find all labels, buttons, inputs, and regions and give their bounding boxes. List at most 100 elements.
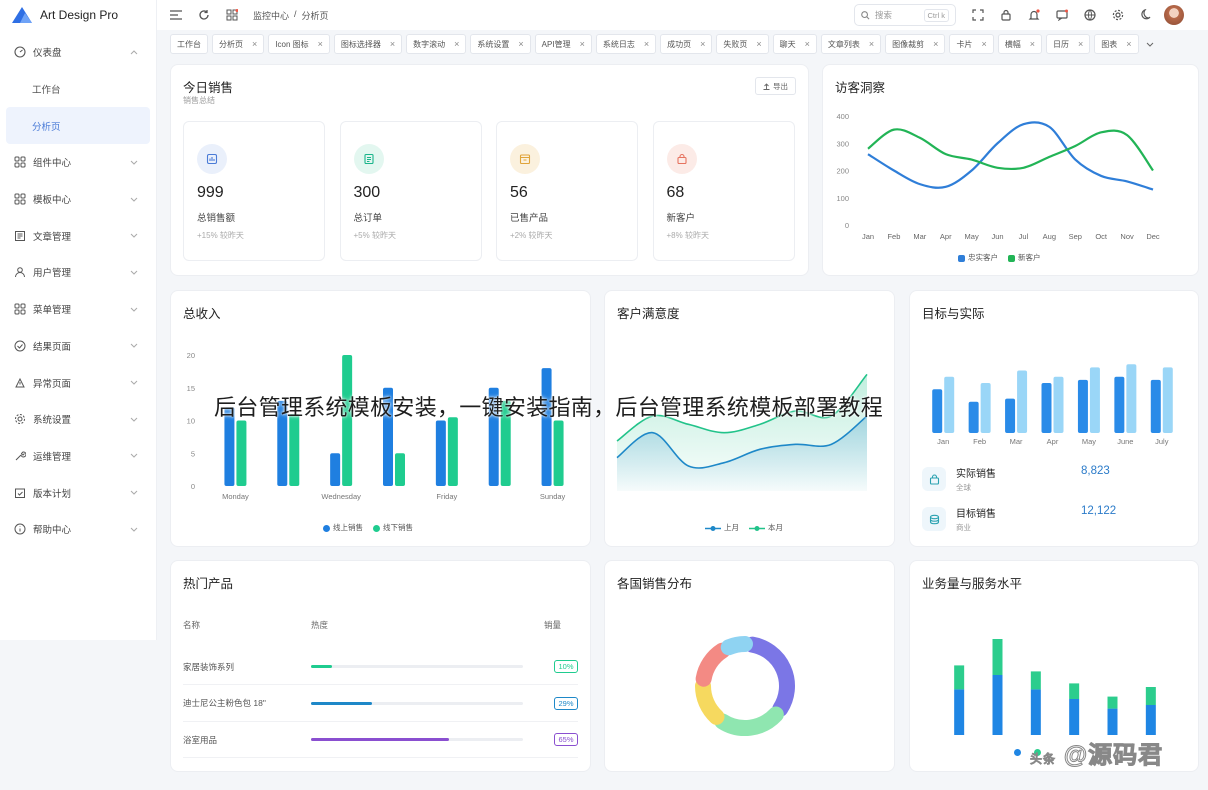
export-button[interactable]: 导出 <box>755 77 796 95</box>
search-input[interactable]: 搜索 Ctrl k <box>854 4 956 26</box>
overlay-caption: 后台管理系统模板安装，一键安装指南，后台管理系统模板部署教程 <box>214 395 884 420</box>
close-icon[interactable]: × <box>1126 39 1131 49</box>
sidebar-item[interactable]: 版本计划 <box>0 474 156 511</box>
tab-label: 文章列表 <box>827 39 860 49</box>
tab[interactable]: 横幅 × <box>997 34 1042 54</box>
tab-label: 分析页 <box>219 39 243 49</box>
sidebar-item[interactable]: 运维管理 <box>0 438 156 475</box>
tab[interactable]: 成功页 × <box>660 34 713 54</box>
sidebar-item[interactable]: 用户管理 <box>0 254 156 291</box>
tab[interactable]: 图像裁剪 × <box>885 34 946 54</box>
legend-item[interactable]: 线上销售 <box>323 522 363 533</box>
close-icon[interactable]: × <box>869 39 874 49</box>
tab[interactable]: 失败页 × <box>716 34 769 54</box>
tab-label: 卡片 <box>956 39 973 49</box>
close-icon[interactable]: × <box>700 39 705 49</box>
grid-icon <box>14 193 26 205</box>
stat-value: 68 <box>666 184 685 201</box>
refresh-icon[interactable] <box>197 8 211 22</box>
avatar[interactable] <box>1164 5 1184 25</box>
bar <box>1069 683 1080 699</box>
close-icon[interactable]: × <box>580 39 585 49</box>
sidebar-item[interactable]: 帮助中心 <box>0 511 156 548</box>
y-tick-label: 10 <box>187 417 195 426</box>
legend-item[interactable]: 忠实客户 <box>958 252 998 263</box>
check-circle-icon <box>14 340 26 352</box>
bar <box>1126 364 1137 433</box>
sidebar-menu: 仪表盘 工作台 分析页 组件中心 模板中心 文章管理 用户管理 菜单管理 结果页面异常页面系统设… <box>0 34 156 548</box>
tab[interactable]: 图表 × <box>1094 34 1139 54</box>
gear-icon[interactable] <box>1110 7 1126 23</box>
sidebar-item-label: 异常页面 <box>33 378 72 390</box>
legend-item[interactable]: 线下销售 <box>373 522 413 533</box>
legend-item[interactable] <box>1014 747 1024 756</box>
tab[interactable]: 日历 × <box>1045 34 1091 54</box>
actual-sales-item: 实际销售 全球 8,823 <box>922 461 1186 497</box>
close-icon[interactable]: × <box>318 39 323 49</box>
legend-item[interactable]: 上月 <box>705 522 739 533</box>
language-icon[interactable] <box>1082 7 1098 23</box>
close-icon[interactable]: × <box>252 39 257 49</box>
close-icon[interactable]: × <box>644 39 649 49</box>
close-icon[interactable]: × <box>933 39 938 49</box>
table-row[interactable]: 迪士尼公主粉色包 18" 29% <box>183 686 578 722</box>
tab[interactable]: 工作台 <box>170 34 208 54</box>
chevron-down-icon <box>130 158 138 167</box>
tab[interactable]: 数字滚动 × <box>406 34 467 54</box>
bell-icon[interactable] <box>1026 7 1042 23</box>
target-bar-chart: Jan Feb Mar Apr May June July <box>932 364 1173 446</box>
popularity-bar <box>311 665 523 668</box>
tab[interactable]: Icon 图标 × <box>268 34 330 54</box>
menu-fold-icon[interactable] <box>169 8 183 22</box>
bag-icon <box>666 144 697 174</box>
tab-label: 聊天 <box>779 39 796 49</box>
close-icon[interactable]: × <box>981 39 986 49</box>
breadcrumb-item: 分析页 <box>301 10 329 21</box>
close-icon[interactable]: × <box>390 39 395 49</box>
sidebar-item[interactable]: 异常页面 <box>0 364 156 401</box>
close-icon[interactable]: × <box>1030 39 1035 49</box>
sidebar-item[interactable]: 文章管理 <box>0 217 156 254</box>
gear-icon <box>14 413 26 425</box>
tab[interactable]: 聊天 × <box>772 34 817 54</box>
bar <box>1089 367 1100 433</box>
chevron-down-icon[interactable] <box>1143 34 1157 54</box>
tab[interactable]: 卡片 × <box>949 34 994 54</box>
close-icon[interactable]: × <box>518 39 523 49</box>
tab[interactable]: API管理 × <box>534 34 592 54</box>
tab[interactable]: 系统日志 × <box>595 34 657 54</box>
sidebar-item[interactable]: 组件中心 <box>0 144 156 181</box>
logo[interactable]: Art Design Pro <box>0 0 156 30</box>
country-donut-chart <box>695 636 795 736</box>
chat-icon[interactable] <box>1054 7 1070 23</box>
sidebar-item[interactable]: 仪表盘 <box>0 34 156 71</box>
table-row[interactable]: 浴室用品 65% <box>183 722 578 758</box>
tab-label: Icon 图标 <box>275 39 309 49</box>
tab[interactable]: 分析页 × <box>212 34 265 54</box>
sidebar-item[interactable]: 系统设置 <box>0 401 156 438</box>
sidebar-item[interactable]: 分析页 <box>6 107 150 145</box>
sidebar-item[interactable]: 菜单管理 <box>0 291 156 328</box>
table-row[interactable] <box>183 757 578 771</box>
close-icon[interactable]: × <box>1078 39 1083 49</box>
tab[interactable]: 文章列表 × <box>820 34 882 54</box>
tab[interactable]: 图标选择器 × <box>333 34 403 54</box>
close-icon[interactable]: × <box>805 39 810 49</box>
close-icon[interactable]: × <box>756 39 761 49</box>
article-icon <box>14 230 26 242</box>
breadcrumb-item[interactable]: 监控中心 <box>253 9 289 22</box>
fullscreen-icon[interactable] <box>970 7 986 23</box>
apps-icon[interactable] <box>225 8 239 22</box>
legend-item[interactable]: 新客户 <box>1008 252 1041 263</box>
close-icon[interactable]: × <box>454 39 459 49</box>
sidebar-item[interactable]: 工作台 <box>0 71 156 108</box>
moon-icon[interactable] <box>1138 7 1154 23</box>
table-row[interactable]: 家居装饰系列 10% <box>183 649 578 685</box>
sidebar-item-label: 系统设置 <box>33 415 72 427</box>
tab[interactable]: 系统设置 × <box>470 34 531 54</box>
lock-icon[interactable] <box>998 7 1014 23</box>
sidebar-item[interactable]: 模板中心 <box>0 181 156 218</box>
sidebar-item[interactable]: 结果页面 <box>0 328 156 365</box>
tab-label: 系统设置 <box>477 39 510 49</box>
legend-item[interactable]: 本月 <box>749 522 783 533</box>
